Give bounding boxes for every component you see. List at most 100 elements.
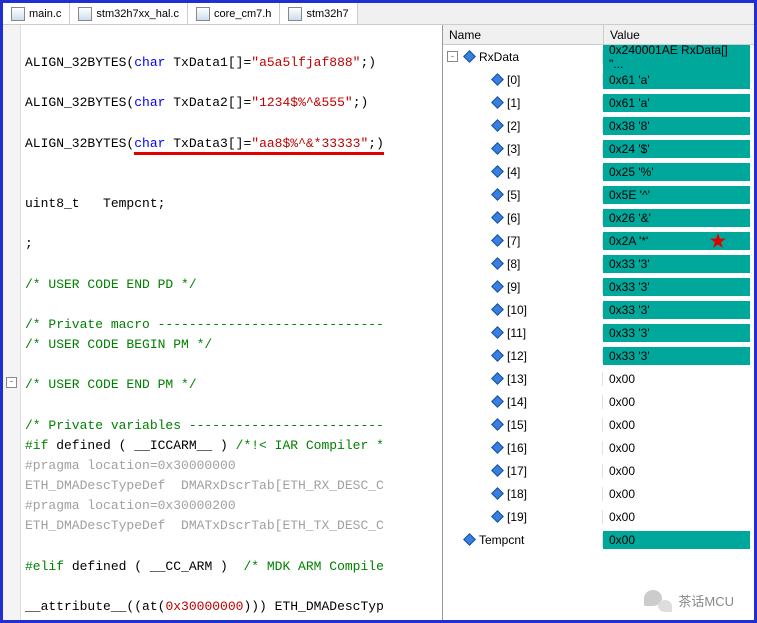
tab-label: stm32h7: [306, 8, 348, 20]
scalar-icon: [491, 349, 504, 362]
variable-value[interactable]: 0x00: [603, 416, 750, 434]
tab-label: main.c: [29, 8, 61, 20]
watermark-text: 茶话MCU: [678, 591, 734, 610]
variable-value[interactable]: 0x33 '3': [603, 324, 750, 342]
variable-value[interactable]: 0x00: [603, 393, 750, 411]
highlight-marker-icon: ★: [710, 231, 726, 252]
fold-toggle-icon[interactable]: -: [6, 377, 17, 388]
code-editor[interactable]: - ALIGN_32BYTES(char TxData1[]="a5a5lfja…: [3, 25, 443, 620]
variable-row[interactable]: [16]0x00: [443, 436, 754, 459]
variable-row[interactable]: [9] 0x33 '3': [443, 275, 754, 298]
variable-index: [17]: [507, 464, 527, 478]
variable-row[interactable]: [1]0x61 'a': [443, 91, 754, 114]
variable-index: [14]: [507, 395, 527, 409]
scalar-icon: [491, 303, 504, 316]
tab-stm32h7[interactable]: stm32h7: [280, 3, 357, 24]
variable-index: [6]: [507, 211, 520, 225]
variable-row[interactable]: [10] 0x33 '3': [443, 298, 754, 321]
scalar-icon: [491, 441, 504, 454]
variable-row[interactable]: [7] 0x2A '*': [443, 229, 754, 252]
variable-value[interactable]: 0x38 '8': [603, 117, 750, 135]
variable-value[interactable]: 0x00: [603, 370, 750, 388]
tab-hal-c[interactable]: stm32h7xx_hal.c: [70, 3, 188, 24]
variable-index: [11]: [507, 326, 526, 340]
scalar-icon: [491, 73, 504, 86]
scalar-icon: [491, 464, 504, 477]
variable-index: [7]: [507, 234, 520, 248]
variable-row[interactable]: [6] 0x26 '&': [443, 206, 754, 229]
variable-value[interactable]: 0x00: [603, 508, 750, 526]
tab-main-c[interactable]: main.c: [3, 3, 70, 24]
variable-index: [19]: [507, 510, 527, 524]
scalar-icon: [491, 234, 504, 247]
variable-row[interactable]: [5] 0x5E '^': [443, 183, 754, 206]
scalar-icon: [491, 211, 504, 224]
variable-row[interactable]: [19] 0x00: [443, 505, 754, 528]
variable-value[interactable]: 0x33 '3': [603, 278, 750, 296]
scalar-icon: [491, 96, 504, 109]
editor-tabs: main.c stm32h7xx_hal.c core_cm7.h stm32h…: [3, 3, 754, 25]
variable-value[interactable]: 0x240001AE RxData[] "...: [603, 45, 750, 73]
variable-value[interactable]: 0x33 '3': [603, 347, 750, 365]
variable-index: [18]: [507, 487, 527, 501]
collapse-icon[interactable]: -: [447, 51, 458, 62]
column-value-header[interactable]: Value: [603, 25, 754, 44]
variable-row[interactable]: [18] 0x00: [443, 482, 754, 505]
variable-row[interactable]: [17] 0x00: [443, 459, 754, 482]
variable-row[interactable]: [13] 0x00: [443, 367, 754, 390]
variable-value[interactable]: 0x24 '$': [603, 140, 750, 158]
variable-row[interactable]: [15]0x00: [443, 413, 754, 436]
variable-row[interactable]: [4] 0x25 '%': [443, 160, 754, 183]
scalar-icon: [463, 533, 476, 546]
tab-core-cm7-h[interactable]: core_cm7.h: [188, 3, 280, 24]
scalar-icon: [491, 418, 504, 431]
scalar-icon: [491, 372, 504, 385]
variable-row[interactable]: [12]0x33 '3': [443, 344, 754, 367]
file-icon: [196, 7, 210, 21]
scalar-icon: [491, 326, 504, 339]
tab-label: core_cm7.h: [214, 8, 271, 20]
code-content: ALIGN_32BYTES(char TxData1[]="a5a5lfjaf8…: [3, 25, 442, 620]
variable-value[interactable]: 0x00: [603, 485, 750, 503]
editor-gutter: -: [3, 25, 21, 620]
variables-panel: Name Value - RxData 0x240001AE RxData[] …: [443, 25, 754, 620]
variable-tempcnt-row[interactable]: Tempcnt0x00: [443, 528, 754, 551]
variable-value[interactable]: 0x61 'a': [603, 71, 750, 89]
variable-value[interactable]: 0x00: [603, 531, 750, 549]
variable-index: [4]: [507, 165, 520, 179]
variable-value[interactable]: 0x61 'a': [603, 94, 750, 112]
variable-index: [9]: [507, 280, 520, 294]
variable-value[interactable]: 0x25 '%': [603, 163, 750, 181]
variable-row[interactable]: [2] 0x38 '8': [443, 114, 754, 137]
variable-index: [5]: [507, 188, 520, 202]
variable-value[interactable]: 0x33 '3': [603, 255, 750, 273]
column-name-header[interactable]: Name: [443, 25, 603, 44]
variable-value[interactable]: 0x26 '&': [603, 209, 750, 227]
variables-body: - RxData 0x240001AE RxData[] "... [0] 0x6…: [443, 45, 754, 620]
variable-index: [10]: [507, 303, 527, 317]
variable-value[interactable]: 0x5E '^': [603, 186, 750, 204]
variable-index: [2]: [507, 119, 520, 133]
scalar-icon: [491, 119, 504, 132]
variable-row[interactable]: [11] 0x33 '3': [443, 321, 754, 344]
variable-row[interactable]: [0] 0x61 'a': [443, 68, 754, 91]
variable-row[interactable]: [3] 0x24 '$': [443, 137, 754, 160]
watermark: 茶话MCU: [644, 588, 734, 612]
variable-name: RxData: [479, 50, 519, 64]
variable-index: [0]: [507, 73, 520, 87]
scalar-icon: [491, 487, 504, 500]
variable-root-row[interactable]: - RxData 0x240001AE RxData[] "...: [443, 45, 754, 68]
variable-index: [3]: [507, 142, 520, 156]
scalar-icon: [491, 142, 504, 155]
variable-value[interactable]: 0x33 '3': [603, 301, 750, 319]
variable-row[interactable]: [14] 0x00: [443, 390, 754, 413]
file-icon: [11, 7, 25, 21]
variable-value[interactable]: 0x00: [603, 439, 750, 457]
variable-index: [13]: [507, 372, 527, 386]
array-icon: [463, 50, 476, 63]
variable-value[interactable]: 0x00: [603, 462, 750, 480]
file-icon: [288, 7, 302, 21]
file-icon: [78, 7, 92, 21]
variable-value[interactable]: 0x2A '*': [603, 232, 750, 250]
variable-row[interactable]: [8]0x33 '3': [443, 252, 754, 275]
